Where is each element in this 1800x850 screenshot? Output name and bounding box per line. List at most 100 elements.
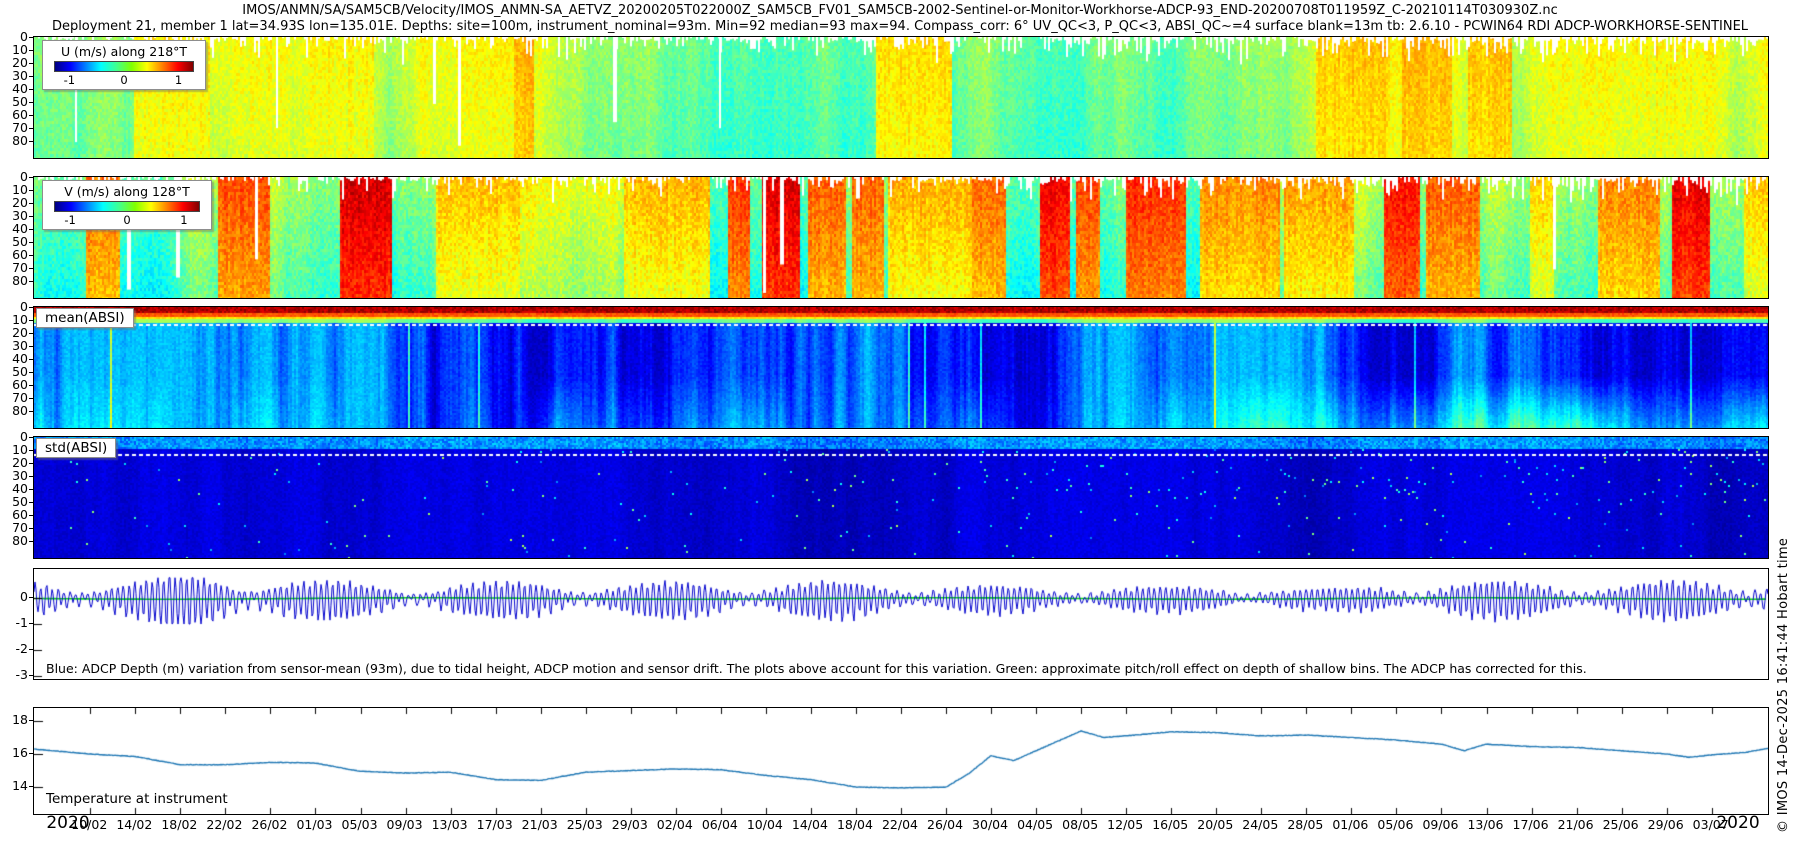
x-tick-label: 17/03 [477,817,513,832]
y-tick-mark [29,255,33,256]
x-tick-label: 26/02 [251,817,287,832]
y-tick-mark [29,450,33,451]
y-tick-mark [29,307,33,308]
figure-subtitle-deployment: Deployment 21, member 1 lat=34.93S lon=1… [0,19,1800,34]
x-tick-label: 22/02 [206,817,242,832]
u-legend-title: U (m/s) along 218°T [49,44,199,59]
y-tick-label: -1 [0,617,28,630]
y-tick-mark [29,528,33,529]
v-velocity-heatmap [34,177,1768,298]
y-tick-label: -3 [0,669,28,682]
y-tick-mark [29,597,33,598]
x-tick-label: 03/07 [1693,817,1729,832]
y-tick-mark [29,476,33,477]
y-tick-mark [29,515,33,516]
y-tick-mark [29,242,33,243]
u-colorbar-tick-mid: 0 [120,73,127,87]
y-tick-mark [29,786,33,787]
x-tick-label: 26/04 [927,817,963,832]
mean-absi-label: mean(ABSI) [36,308,134,328]
v-colorbar-tick-min: -1 [64,213,75,227]
y-tick-mark [29,489,33,490]
x-tick-label: 17/06 [1513,817,1549,832]
x-tick-label: 12/05 [1107,817,1143,832]
y-tick-label: 18 [0,714,28,727]
x-tick-label: 30/04 [972,817,1008,832]
x-tick-label: 22/04 [882,817,918,832]
depth-variation-caption: Blue: ADCP Depth (m) variation from sens… [46,661,1587,676]
x-tick-label: 29/06 [1648,817,1684,832]
x-tick-label: 13/03 [432,817,468,832]
y-tick-label: 80 [0,275,28,288]
y-tick-mark [29,385,33,386]
y-tick-mark [29,333,33,334]
y-tick-mark [29,437,33,438]
std-absi-label: std(ABSI) [36,438,116,458]
y-tick-mark [29,623,33,624]
y-tick-mark [29,76,33,77]
u-velocity-heatmap [34,37,1768,158]
y-tick-label: 0 [0,591,28,604]
y-tick-mark [29,346,33,347]
mean-absi-panel [33,306,1769,429]
y-tick-mark [29,463,33,464]
x-tick-label: 08/05 [1062,817,1098,832]
x-tick-label: 25/03 [567,817,603,832]
y-tick-mark [29,141,33,142]
x-tick-label: 16/05 [1152,817,1188,832]
u-velocity-panel [33,36,1769,159]
y-tick-mark [29,541,33,542]
y-tick-label: 80 [0,535,28,548]
x-tick-label: 04/05 [1017,817,1053,832]
y-tick-mark [29,128,33,129]
x-tick-label: 14/04 [792,817,828,832]
v-legend-title: V (m/s) along 128°T [49,184,205,199]
y-tick-mark [29,177,33,178]
x-tick-label: 06/04 [702,817,738,832]
y-tick-mark [29,216,33,217]
y-tick-label: -2 [0,643,28,656]
v-legend: V (m/s) along 128°T -1 0 1 [42,180,212,230]
temperature-panel [33,707,1769,815]
std-absi-heatmap [34,437,1768,558]
figure-title-filename: IMOS/ANMN/SA/SAM5CB/Velocity/IMOS_ANMN-S… [0,3,1800,18]
y-tick-mark [29,190,33,191]
y-tick-mark [29,89,33,90]
adcp-diagnostics-figure: IMOS/ANMN/SA/SAM5CB/Velocity/IMOS_ANMN-S… [0,0,1800,850]
y-tick-mark [29,359,33,360]
v-colorbar-tick-max: 1 [180,213,187,227]
y-tick-mark [29,63,33,64]
x-tick-label: 05/06 [1377,817,1413,832]
x-tick-label: 29/03 [612,817,648,832]
x-tick-label: 09/03 [387,817,423,832]
std-absi-panel [33,436,1769,559]
x-tick-label: 18/02 [161,817,197,832]
y-tick-label: 80 [0,135,28,148]
y-tick-mark [29,649,33,650]
x-tick-label: 01/03 [296,817,332,832]
u-colorbar-tick-max: 1 [175,73,182,87]
y-tick-mark [29,229,33,230]
x-tick-label: 02/04 [657,817,693,832]
y-tick-mark [29,320,33,321]
y-tick-mark [29,720,33,721]
x-tick-label: 10/02 [71,817,107,832]
y-tick-mark [29,411,33,412]
y-tick-label: 14 [0,780,28,793]
y-tick-mark [29,281,33,282]
u-colorbar-ticks: -1 0 1 [54,73,194,86]
y-tick-mark [29,115,33,116]
mean-absi-heatmap [34,307,1768,428]
u-legend: U (m/s) along 218°T -1 0 1 [42,40,206,90]
y-tick-mark [29,372,33,373]
y-tick-mark [29,102,33,103]
x-tick-label: 20/05 [1197,817,1233,832]
y-tick-mark [29,50,33,51]
x-tick-label: 21/03 [522,817,558,832]
y-tick-label: 80 [0,405,28,418]
y-tick-mark [29,398,33,399]
v-velocity-panel [33,176,1769,299]
v-colorbar-tick-mid: 0 [123,213,130,227]
y-tick-mark [29,753,33,754]
v-colorbar-ticks: -1 0 1 [54,213,200,226]
